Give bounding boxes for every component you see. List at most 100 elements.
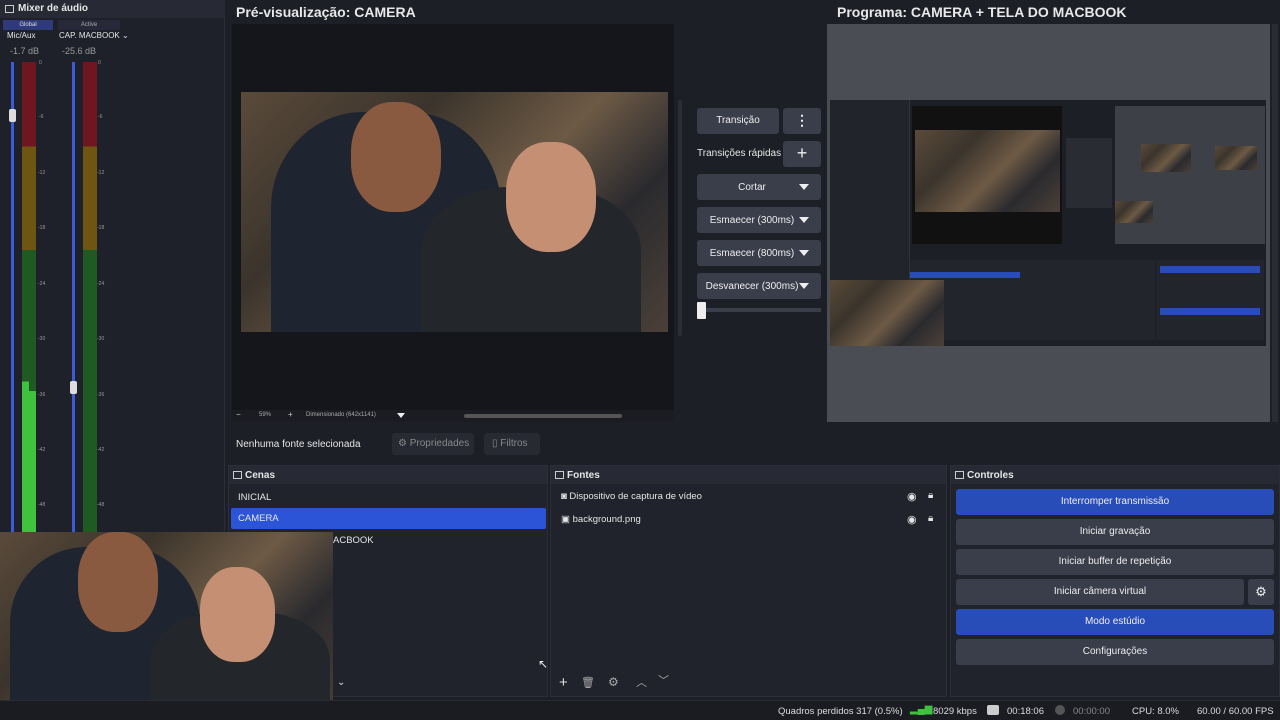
- dropped-frames: Quadros perdidos 317 (0.5%): [778, 706, 903, 717]
- quick-transitions-label: Transições rápidas: [697, 148, 782, 159]
- start-replay-buffer-button[interactable]: Iniciar buffer de repetição: [956, 549, 1274, 575]
- t-bar-handle[interactable]: [697, 302, 706, 319]
- program-canvas: [827, 24, 1270, 422]
- quick-transition-label: Esmaecer (800ms): [709, 248, 795, 259]
- volume-slider-knob-macbook[interactable]: [70, 381, 77, 394]
- eye-icon[interactable]: ◉: [907, 490, 917, 503]
- t-bar-track[interactable]: [697, 308, 821, 312]
- record-icon: [1055, 705, 1065, 715]
- channel-name-mic: Mic/Aux: [7, 31, 36, 40]
- dock-icon: [5, 5, 14, 13]
- macbook-screen-capture: [830, 100, 1266, 346]
- sources-dock: Fontes ◙ Dispositivo de captura de vídeo…: [550, 465, 947, 697]
- volume-slider-track-macbook[interactable]: [72, 62, 75, 532]
- add-quick-transition-button[interactable]: +: [783, 141, 821, 167]
- tab-global[interactable]: Global: [3, 20, 53, 30]
- scene-item[interactable]: INICIAL: [238, 492, 271, 503]
- cpu-usage: CPU: 8.0%: [1132, 706, 1179, 717]
- face-right: [506, 142, 596, 252]
- tick-label: -12: [97, 170, 105, 176]
- gear-icon: ⚙: [398, 438, 407, 449]
- level-meter-mic-r: [29, 62, 36, 532]
- tab-active[interactable]: Active: [58, 20, 120, 30]
- preview-canvas[interactable]: [232, 24, 674, 410]
- nested-camera-image: [915, 130, 1060, 212]
- volume-slider-track-mic[interactable]: [11, 62, 14, 532]
- tick-label: 0: [98, 60, 101, 66]
- quick-transition-cut[interactable]: Cortar: [697, 174, 821, 200]
- program-scrollbar[interactable]: [1272, 24, 1278, 422]
- tick-label: 0: [39, 60, 42, 66]
- gear-icon[interactable]: ⚙: [608, 675, 619, 689]
- volume-slider-knob-mic[interactable]: [9, 109, 16, 122]
- nested-sources: [1020, 260, 1155, 340]
- lock-icon[interactable]: 🔒︎: [928, 513, 933, 524]
- channel-name-macbook[interactable]: CAP. MACBOOK ⌄: [59, 31, 129, 43]
- tick-label: -18: [38, 225, 46, 231]
- filters-label: Filtros: [500, 438, 528, 449]
- tick-label: -6: [98, 114, 103, 120]
- tick-label: -48: [97, 502, 105, 508]
- source-label: background.png: [572, 514, 641, 525]
- nested-camera-overlay: [830, 280, 944, 346]
- chevron-down-icon: ⌄: [122, 31, 129, 40]
- arrow-down-icon[interactable]: ﹀: [658, 672, 669, 688]
- no-source-label: Nenhuma fonte selecionada: [236, 439, 361, 450]
- image-icon: ▣: [561, 514, 570, 525]
- preview-scrollbar[interactable]: [464, 414, 622, 418]
- studio-mode-button[interactable]: Modo estúdio: [956, 609, 1274, 635]
- scene-item-selected[interactable]: CAMERA: [231, 508, 546, 529]
- scene-item[interactable]: ACBOOK: [333, 535, 374, 546]
- nested-selected-scene: [910, 272, 1020, 278]
- arrow-up-icon[interactable]: ︿: [636, 674, 647, 690]
- quick-transition-fade-300[interactable]: Esmaecer (300ms): [697, 207, 821, 233]
- program-title: Programa: CAMERA + TELA DO MACBOOK: [837, 4, 1127, 20]
- filters-button[interactable]: ▯ Filtros: [484, 433, 540, 455]
- mouse-cursor-icon: ↖: [538, 657, 549, 671]
- status-bar: Quadros perdidos 317 (0.5%) ▂▄▆ 8029 kbp…: [0, 700, 1280, 720]
- transition-button[interactable]: Transição: [697, 108, 779, 134]
- eye-icon[interactable]: ◉: [907, 513, 917, 526]
- live-time: 00:18:06: [1007, 706, 1044, 717]
- tick-label: -6: [39, 114, 44, 120]
- signal-icon: ▂▄▆: [910, 704, 933, 715]
- lock-icon[interactable]: 🔒︎: [928, 490, 933, 501]
- settings-button[interactable]: Configurações: [956, 639, 1274, 665]
- quick-transition-label: Esmaecer (300ms): [709, 215, 795, 226]
- live-icon: [987, 705, 999, 715]
- gear-icon[interactable]: ⚙: [1248, 579, 1274, 605]
- add-source-icon[interactable]: +: [559, 674, 568, 691]
- tick-label: -24: [97, 281, 105, 287]
- tick-label: -42: [97, 447, 105, 453]
- trash-icon[interactable]: 🗑︎: [581, 676, 595, 689]
- zoom-in-button[interactable]: +: [288, 410, 293, 419]
- nested-program-image-b: [1215, 146, 1257, 170]
- properties-label: Propriedades: [409, 438, 470, 449]
- tick-label: -48: [38, 502, 46, 508]
- start-virtual-camera-button[interactable]: Iniciar câmera virtual: [956, 579, 1244, 605]
- tick-label: -18: [97, 225, 105, 231]
- tick-label: -36: [97, 392, 105, 398]
- chevron-down-icon: [799, 283, 809, 289]
- stop-streaming-button[interactable]: Interromper transmissão: [956, 489, 1274, 515]
- tick-label: -24: [38, 281, 46, 287]
- preview-vertical-scrollbar[interactable]: [678, 100, 682, 336]
- sources-title: Fontes: [551, 466, 946, 484]
- source-item[interactable]: ▣ background.png: [561, 514, 641, 525]
- level-meter-macbook: [83, 62, 90, 532]
- source-item[interactable]: ◙ Dispositivo de captura de vídeo: [561, 491, 702, 502]
- zoom-out-button[interactable]: −: [236, 410, 241, 419]
- chevron-down-icon[interactable]: ⌄: [337, 677, 345, 688]
- more-options-icon[interactable]: ⋮: [783, 108, 821, 134]
- quick-transition-fade-800[interactable]: Esmaecer (800ms): [697, 240, 821, 266]
- properties-button[interactable]: ⚙ Propriedades: [392, 433, 474, 455]
- nested-program-image-c: [1115, 201, 1153, 223]
- level-meter-macbook-r: [90, 62, 97, 532]
- start-recording-button[interactable]: Iniciar gravação: [956, 519, 1274, 545]
- scenes-title: Cenas: [229, 466, 547, 484]
- chevron-down-icon: [799, 250, 809, 256]
- chevron-down-icon: [799, 184, 809, 190]
- quick-transition-fade-to-black[interactable]: Desvanecer (300ms): [697, 273, 821, 299]
- dock-icon: [955, 471, 964, 479]
- chevron-down-icon[interactable]: [397, 413, 405, 418]
